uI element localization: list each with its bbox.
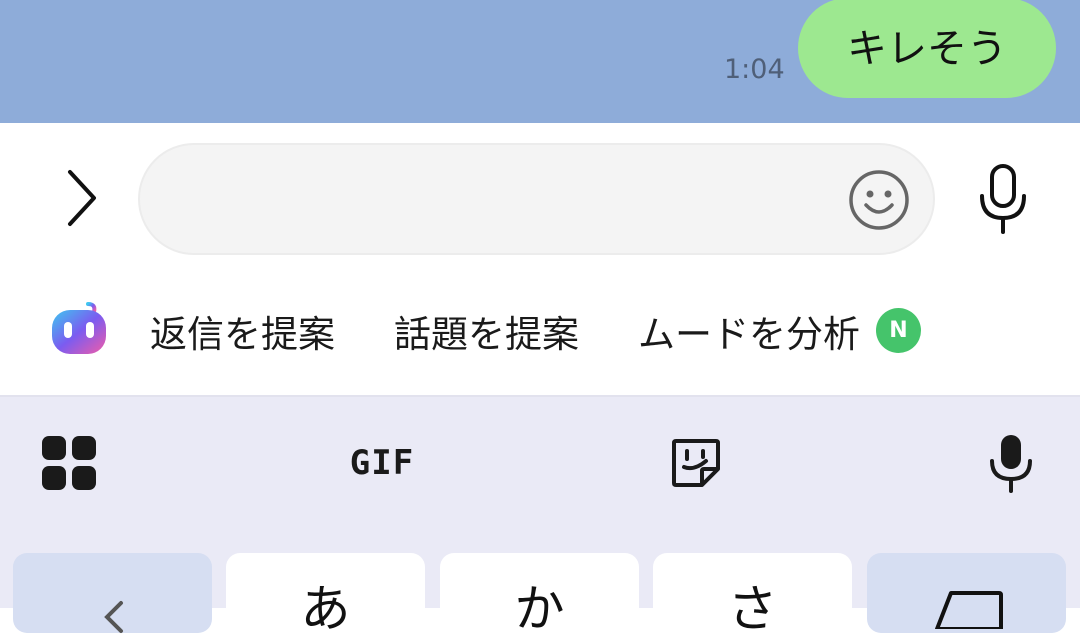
key-label: か: [514, 580, 565, 638]
new-badge: N: [876, 308, 921, 353]
backspace-key[interactable]: [867, 553, 1066, 633]
gif-button[interactable]: GIF: [344, 430, 420, 496]
key-label: さ: [727, 580, 778, 638]
sticker-button[interactable]: [668, 430, 724, 496]
grid-icon: [42, 436, 96, 490]
chevron-left-icon: [103, 601, 123, 633]
chip-label: 話題を提案: [394, 313, 579, 356]
microphone-icon: [980, 164, 1026, 234]
analyze-mood-chip[interactable]: ムードを分析: [638, 300, 860, 362]
microphone-icon: [990, 435, 1032, 493]
suggest-reply-chip[interactable]: 返信を提案: [150, 300, 335, 362]
backspace-icon: [934, 591, 1003, 629]
key-sa[interactable]: さ: [653, 553, 852, 638]
expand-menu-button[interactable]: [55, 165, 107, 231]
message-input[interactable]: [138, 143, 935, 255]
key-ka[interactable]: か: [440, 553, 639, 638]
smiley-icon: [849, 170, 909, 230]
chip-label: ムードを分析: [638, 313, 860, 356]
sent-message-bubble[interactable]: キレそう: [798, 0, 1056, 98]
chevron-right-icon: [68, 170, 96, 226]
suggest-topic-chip[interactable]: 話題を提案: [394, 300, 579, 362]
chip-label: 返信を提案: [150, 313, 335, 356]
gif-label: GIF: [349, 443, 415, 483]
keyboard-voice-button[interactable]: [984, 430, 1038, 496]
voice-input-button[interactable]: [970, 160, 1036, 238]
cursor-left-key[interactable]: [13, 553, 212, 633]
keyboard-apps-button[interactable]: [38, 430, 100, 496]
key-a[interactable]: あ: [226, 553, 425, 638]
ai-assistant-icon[interactable]: [48, 302, 110, 358]
emoji-button[interactable]: [846, 167, 912, 233]
key-label: あ: [300, 580, 351, 638]
message-timestamp: 1:04: [724, 54, 785, 85]
message-text: キレそう: [847, 26, 1007, 72]
sticker-icon: [672, 439, 720, 487]
